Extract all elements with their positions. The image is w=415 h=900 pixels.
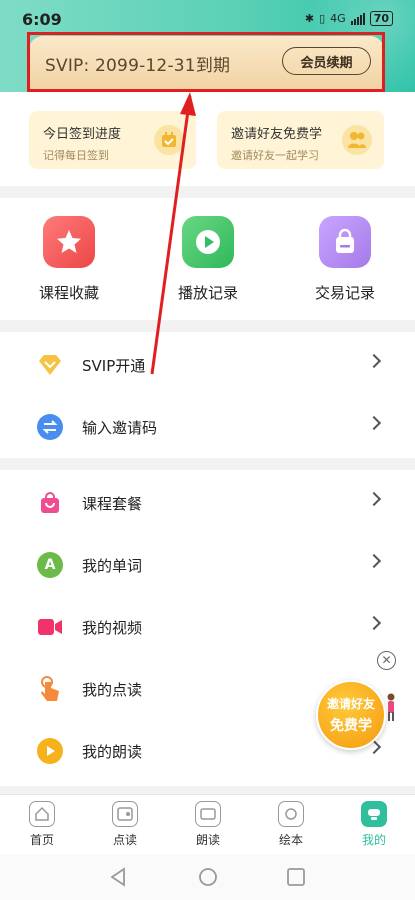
bottom-tab-bar: 首页 点读 朗读 绘本 我的 <box>0 794 415 854</box>
play-history-item[interactable]: 播放记录 <box>163 216 253 303</box>
invite-float-line2: 免费学 <box>330 718 372 734</box>
course-package-label: 课程套餐 <box>82 495 143 513</box>
transaction-history-item[interactable]: 交易记录 <box>300 216 390 303</box>
my-words-label: 我的单词 <box>82 557 143 575</box>
back-icon[interactable] <box>107 866 129 888</box>
signal-icon <box>350 12 365 25</box>
my-read-aloud-label: 我的朗读 <box>82 743 143 761</box>
vip-status-card: SVIP: 2099-12-31到期 会员续期 <box>29 36 384 90</box>
play-history-label: 播放记录 <box>177 284 238 302</box>
point-read-icon <box>112 801 138 827</box>
invite-float-line1: 邀请好友 <box>326 697 375 711</box>
play-icon <box>182 216 234 268</box>
chevron-right-icon <box>366 615 382 631</box>
chevron-right-icon <box>366 553 382 569</box>
status-icons: ✱ ▯ 4G 70 <box>305 11 393 26</box>
checkin-title: 今日签到进度 <box>43 127 122 142</box>
tab-point-read[interactable]: 点读 <box>95 801 155 848</box>
quick-grid: 课程收藏 播放记录 交易记录 <box>0 198 415 320</box>
chevron-right-icon <box>366 415 382 431</box>
tab-read-aloud[interactable]: 朗读 <box>178 801 238 848</box>
bag-icon <box>319 216 371 268</box>
my-words-row[interactable]: A 我的单词 <box>0 534 415 596</box>
tab-mine[interactable]: 我的 <box>344 801 404 848</box>
recents-icon[interactable] <box>285 866 307 888</box>
checkin-subtitle: 记得每日签到 <box>43 149 109 162</box>
vip-list-section: SVIP开通 输入邀请码 <box>0 332 415 458</box>
home-nav-icon[interactable] <box>197 866 219 888</box>
tab-point-read-label: 点读 <box>112 833 137 847</box>
renew-membership-button[interactable]: 会员续期 <box>282 47 371 75</box>
friends-icon <box>342 125 372 155</box>
system-nav-bar <box>0 854 415 900</box>
battery-icon: 70 <box>369 11 393 26</box>
invite-code-label: 输入邀请码 <box>82 419 158 437</box>
tab-picture-book[interactable]: 绘本 <box>261 801 321 848</box>
course-favorites-label: 课程收藏 <box>38 284 99 302</box>
exchange-icon <box>37 414 63 440</box>
tab-picture-book-label: 绘本 <box>278 833 303 847</box>
bluetooth-icon: ✱ <box>304 12 315 25</box>
picture-book-icon <box>278 801 304 827</box>
status-bar: 6:09 ✱ ▯ 4G 70 <box>0 0 415 36</box>
tab-read-aloud-label: 朗读 <box>195 833 220 847</box>
video-camera-icon <box>37 614 63 640</box>
shopping-bag-icon <box>37 490 63 516</box>
svip-open-label: SVIP开通 <box>82 357 146 375</box>
tab-home-label: 首页 <box>29 833 54 847</box>
chevron-right-icon <box>366 353 382 369</box>
close-float-icon[interactable]: ✕ <box>377 651 396 670</box>
calendar-check-icon <box>154 125 184 155</box>
star-icon <box>43 216 95 268</box>
tab-mine-label: 我的 <box>361 833 386 847</box>
transaction-history-label: 交易记录 <box>314 284 375 302</box>
read-aloud-icon <box>195 801 221 827</box>
status-time: 6:09 <box>22 10 62 29</box>
course-favorites-item[interactable]: 课程收藏 <box>24 216 114 303</box>
waving-person-icon <box>387 693 395 721</box>
tab-home[interactable]: 首页 <box>12 801 72 848</box>
diamond-icon <box>37 352 63 378</box>
vip-expiry-text: SVIP: 2099-12-31到期 <box>45 56 231 76</box>
invite-card[interactable]: 邀请好友免费学 邀请好友一起学习 <box>217 111 384 169</box>
invite-code-row[interactable]: 输入邀请码 <box>0 396 415 458</box>
my-videos-label: 我的视频 <box>82 619 143 637</box>
invite-subtitle: 邀请好友一起学习 <box>231 149 319 162</box>
vibrate-icon: ▯ <box>319 12 326 25</box>
my-point-read-label: 我的点读 <box>82 681 143 699</box>
home-icon <box>29 801 55 827</box>
finger-tap-icon <box>37 676 63 702</box>
play-circle-icon <box>37 738 63 764</box>
mine-icon <box>361 801 387 827</box>
course-package-row[interactable]: 课程套餐 <box>0 472 415 534</box>
checkin-card[interactable]: 今日签到进度 记得每日签到 <box>29 111 196 169</box>
invite-title: 邀请好友免费学 <box>231 127 323 142</box>
invite-float-button[interactable]: 邀请好友 免费学 <box>316 680 386 750</box>
letter-a-icon: A <box>37 552 63 578</box>
network-type: 4G <box>330 12 346 25</box>
chevron-right-icon <box>366 491 382 507</box>
my-videos-row[interactable]: 我的视频 <box>0 596 415 658</box>
svip-open-row[interactable]: SVIP开通 <box>0 334 415 396</box>
